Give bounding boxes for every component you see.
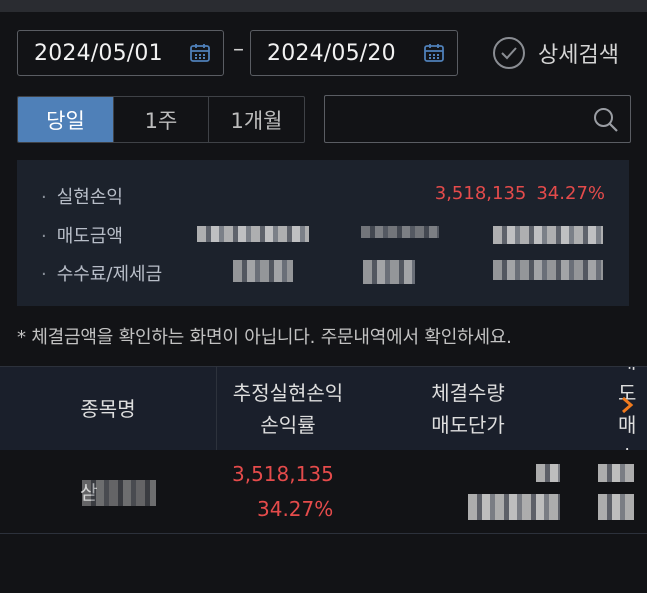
tab-1week[interactable]: 1주 [114,97,209,142]
table-header: 종목명 추정실현손익 손익률 체결수량 매도단가 매도 매수 [0,366,647,451]
start-date-field[interactable]: 2024/05/01 [17,30,224,76]
summary-panel: · 실현손익 3,518,135 34.27% · 매도금액 · 수수료/제세금 [17,160,629,306]
date-separator: – [233,37,244,62]
header-line1: 종목명 [80,397,136,421]
header-line2: 매수 [618,413,637,451]
search-icon[interactable] [592,106,620,134]
redacted-value [82,480,156,506]
realized-pnl-label: 실현손익 [56,187,123,208]
realized-pnl-value: 3,518,135 [434,183,527,204]
header-line1: 추정실현손익 [232,381,344,405]
column-header-pnl: 추정실현손익 손익률 [217,367,359,451]
redacted-value [536,464,560,482]
redacted-value [493,260,603,280]
redacted-value [363,260,415,284]
header-line2: 손익률 [260,413,316,437]
row-rate: 34.27% [257,497,334,521]
redacted-value [361,226,439,238]
sell-amount-label: 매도금액 [56,226,123,247]
header-line2: 매도단가 [431,413,505,437]
tab-1month[interactable]: 1개월 [209,97,304,142]
column-header-qty: 체결수량 매도단가 [400,367,536,451]
tab-label: 1개월 [230,108,283,133]
calendar-icon[interactable] [423,42,445,64]
top-bar [0,0,647,12]
redacted-value [468,494,560,520]
realized-pnl-rate: 34.27% [536,183,605,204]
check-circle-icon[interactable] [492,36,526,70]
end-date-field[interactable]: 2024/05/20 [250,30,458,76]
fee-tax-label: 수수료/제세금 [56,264,163,285]
redacted-value [598,494,634,520]
calendar-icon[interactable] [189,42,211,64]
notice-text: * 체결금액을 확인하는 화면이 아닙니다. 주문내역에서 확인하세요. [17,327,512,348]
detail-search-toggle[interactable]: 상세검색 [492,36,619,70]
redacted-value [197,226,309,242]
summary-row-fee: · 수수료/제세금 [41,264,163,285]
chevron-right-icon[interactable] [620,396,634,414]
search-input[interactable] [324,95,631,143]
redacted-value [598,464,634,482]
tab-label: 당일 [46,108,85,133]
tab-label: 1주 [144,108,178,133]
redacted-value [493,226,603,244]
start-date-value: 2024/05/01 [34,40,163,66]
period-tabs: 당일 1주 1개월 [17,96,305,143]
column-header-name: 종목명 [0,367,216,451]
detail-search-label: 상세검색 [538,43,619,68]
row-pnl: 3,518,135 [232,462,334,486]
summary-row-sell: · 매도금액 [41,226,123,247]
table-row[interactable]: 삳 3,518,135 34.27% [0,450,647,534]
redacted-value [233,260,293,282]
realized-pnl-values: 3,518,135 34.27% [435,183,605,204]
header-line1: 체결수량 [431,381,505,405]
tab-today[interactable]: 당일 [18,97,114,142]
summary-row-realized: · 실현손익 [41,187,123,208]
end-date-value: 2024/05/20 [267,40,396,66]
